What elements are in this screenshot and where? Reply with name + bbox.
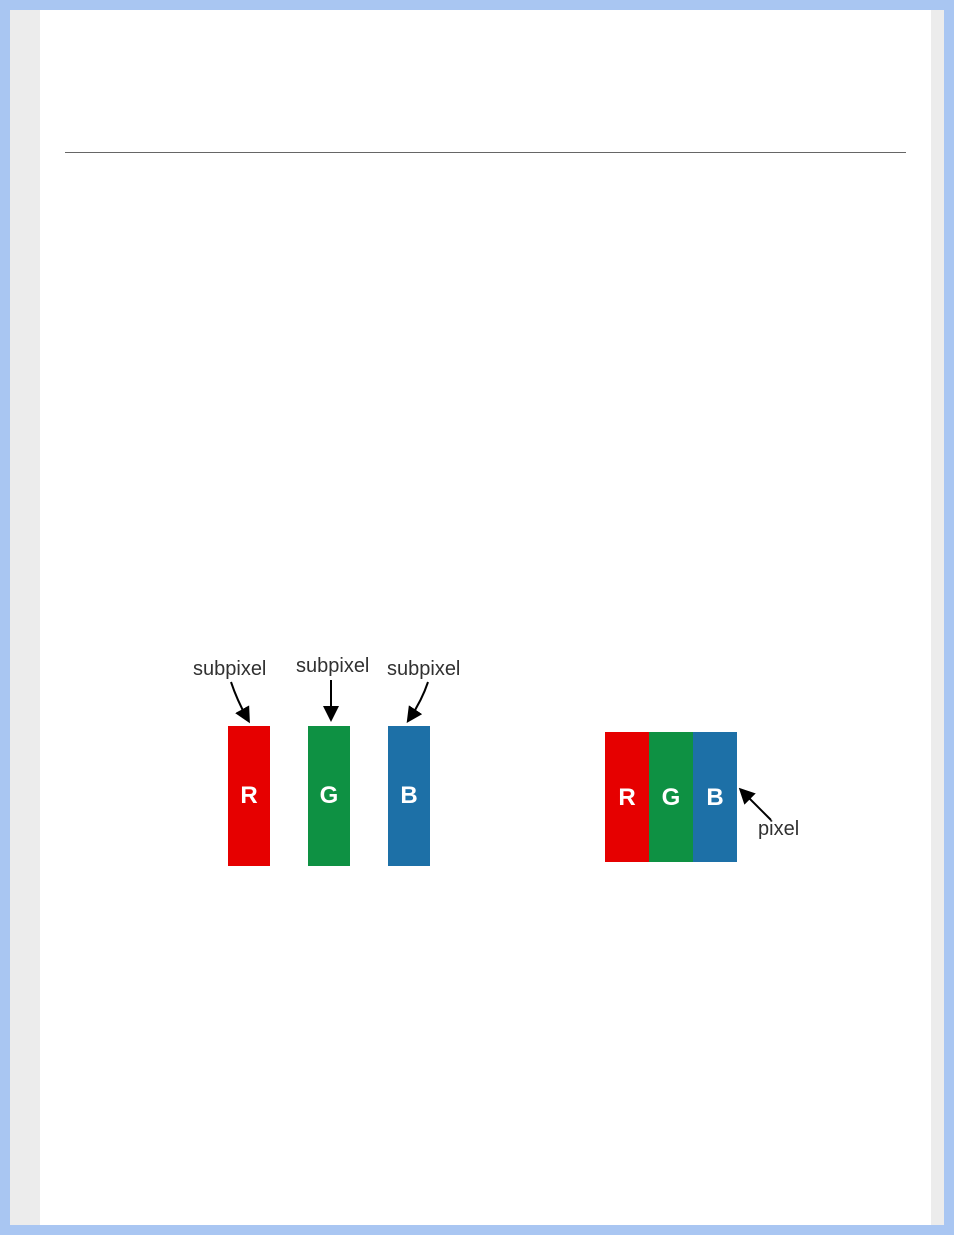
subpixel-red-bar: R bbox=[228, 726, 270, 866]
subpixel-green-letter: G bbox=[308, 782, 350, 810]
arrow-icon bbox=[400, 682, 440, 726]
subpixel-green-bar: G bbox=[308, 726, 350, 866]
subpixel-blue-letter: B bbox=[388, 782, 430, 810]
arrow-icon bbox=[737, 786, 777, 826]
subpixel-blue-bar: B bbox=[388, 726, 430, 866]
pixel-blue-letter: B bbox=[693, 784, 737, 812]
subpixel-red-letter: R bbox=[228, 782, 270, 810]
arrow-icon bbox=[321, 680, 341, 724]
subpixel-label-2: subpixel bbox=[296, 655, 369, 678]
pixel-red-bar: R bbox=[605, 732, 649, 862]
rgb-pixel-diagram: R G B subpixel subpixel subpixel bbox=[40, 10, 931, 1225]
pixel-green-letter: G bbox=[649, 784, 693, 812]
pixel-green-bar: G bbox=[649, 732, 693, 862]
pixel-red-letter: R bbox=[605, 784, 649, 812]
subpixel-label-1: subpixel bbox=[193, 658, 266, 681]
document-page: R G B subpixel subpixel subpixel bbox=[40, 10, 931, 1225]
window-margin: R G B subpixel subpixel subpixel bbox=[10, 10, 944, 1225]
pixel-blue-bar: B bbox=[693, 732, 737, 862]
subpixel-label-3: subpixel bbox=[387, 658, 460, 681]
arrow-icon bbox=[225, 682, 265, 726]
